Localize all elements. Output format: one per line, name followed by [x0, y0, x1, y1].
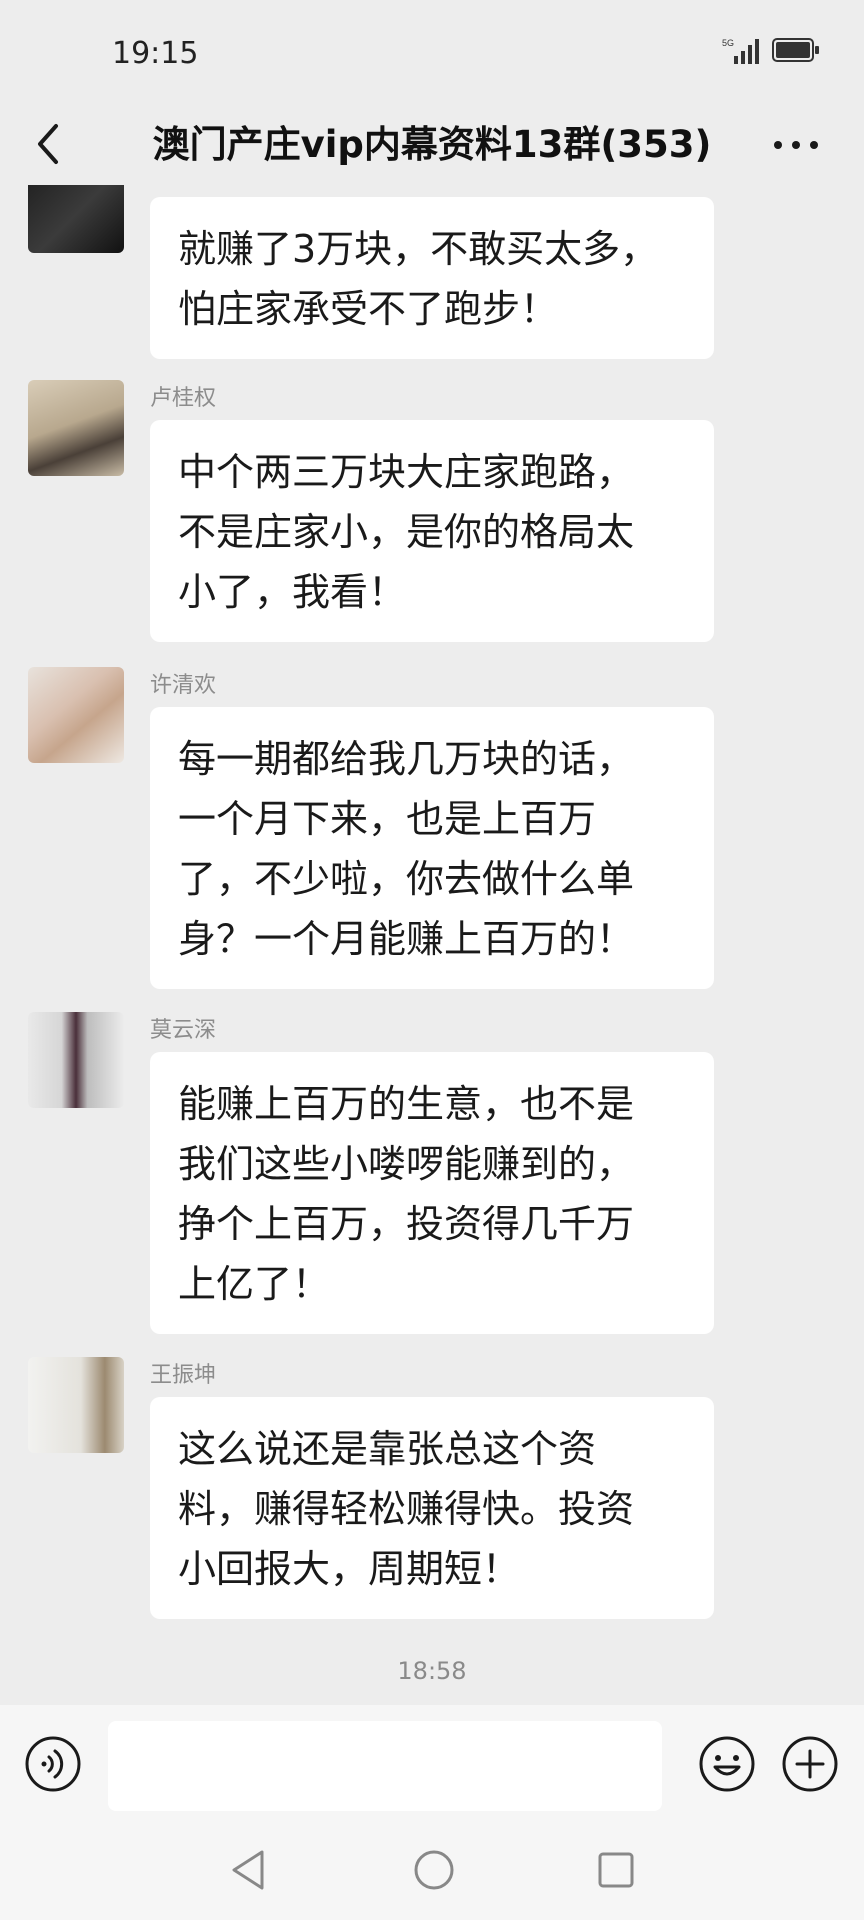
status-time: 19:15 [112, 36, 199, 71]
system-nav-bar [0, 1820, 864, 1920]
message-bubble[interactable]: 每一期都给我几万块的话， 一个月下来，也是上百万 了，不少啦，你去做什么单 身？… [150, 707, 714, 989]
avatar[interactable] [28, 185, 124, 253]
status-bar: 19:15 5G [0, 0, 864, 100]
chat-header: 澳门产庄vip内幕资料13群(353) [0, 100, 864, 190]
more-dots-icon[interactable] [768, 122, 824, 168]
sender-name: 卢桂权 [150, 386, 217, 411]
network-label: 5G [722, 38, 734, 48]
nav-recent-icon[interactable] [596, 1850, 636, 1890]
message-bubble[interactable]: 能赚上百万的生意，也不是 我们这些小喽啰能赚到的， 挣个上百万，投资得几千万 上… [150, 1052, 714, 1334]
sender-name: 许清欢 [150, 673, 217, 698]
sender-name: 莫云深 [150, 1018, 217, 1043]
sender-name: 王振坤 [150, 1363, 217, 1388]
avatar[interactable] [28, 1012, 124, 1108]
battery-icon [772, 38, 819, 62]
voice-icon[interactable] [24, 1735, 82, 1793]
chat-title: 澳门产庄vip内幕资料13群(353) [152, 123, 712, 166]
nav-home-icon[interactable] [412, 1848, 456, 1892]
message-input[interactable] [108, 1721, 662, 1811]
emoji-icon[interactable] [698, 1735, 756, 1793]
chevron-left-icon[interactable] [30, 118, 70, 170]
signal-icon: 5G [722, 38, 759, 64]
chat-timestamp: 18:58 [397, 1657, 467, 1685]
avatar[interactable] [28, 1357, 124, 1453]
message-bubble[interactable]: 中个两三万块大庄家跑路， 不是庄家小，是你的格局太 小了，我看！ [150, 420, 714, 642]
nav-back-icon[interactable] [228, 1848, 268, 1892]
avatar[interactable] [28, 667, 124, 763]
avatar[interactable] [28, 380, 124, 476]
chat-area[interactable]: 就赚了3万块，不敢买太多， 怕庄家承受不了跑步！ 卢桂权 中个两三万块大庄家跑路… [0, 185, 864, 1705]
message-bubble[interactable]: 这么说还是靠张总这个资 料，赚得轻松赚得快。投资 小回报大，周期短！ [150, 1397, 714, 1619]
input-bar [0, 1705, 864, 1820]
plus-icon[interactable] [781, 1735, 839, 1793]
message-bubble[interactable]: 就赚了3万块，不敢买太多， 怕庄家承受不了跑步！ [150, 197, 714, 359]
